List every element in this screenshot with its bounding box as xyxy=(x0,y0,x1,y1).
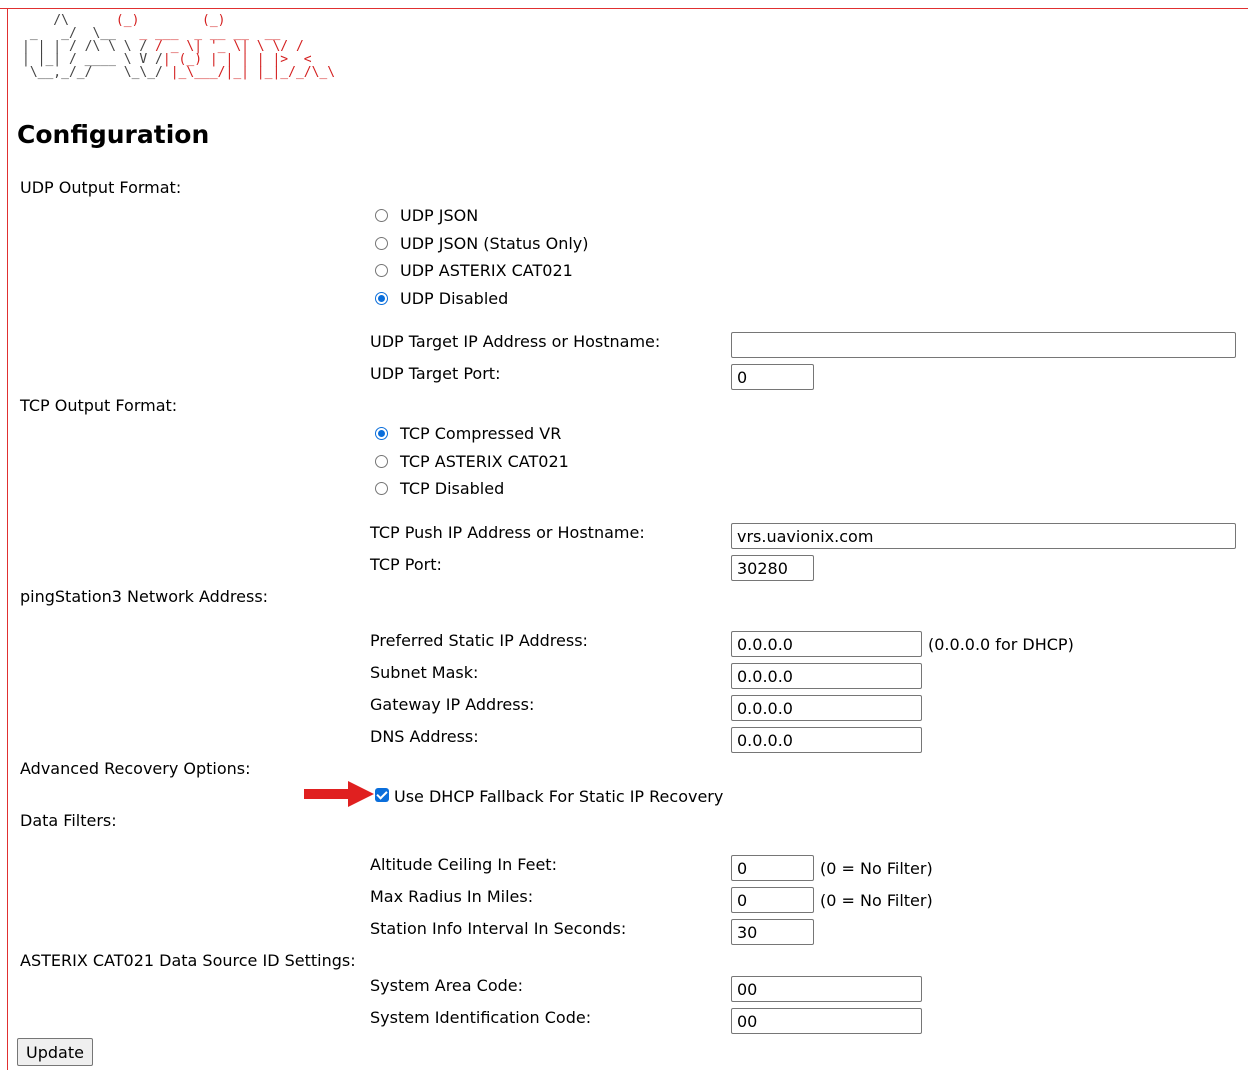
max-radius-input[interactable] xyxy=(731,887,814,913)
tcp-option-asterix[interactable]: TCP ASTERIX CAT021 xyxy=(375,450,569,472)
dhcp-fallback-checkbox[interactable] xyxy=(375,788,389,802)
dhcp-fallback-label[interactable]: Use DHCP Fallback For Static IP Recovery xyxy=(394,787,723,806)
static-ip-input[interactable] xyxy=(731,631,922,657)
udp-option-json[interactable]: UDP JSON xyxy=(375,204,478,226)
network-address-label: pingStation3 Network Address: xyxy=(20,587,269,606)
radio-icon[interactable] xyxy=(375,263,388,277)
udp-target-port-label: UDP Target Port: xyxy=(370,364,501,383)
frame-top-border xyxy=(0,8,1248,9)
red-arrow-annotation-icon xyxy=(304,781,374,807)
update-button[interactable]: Update xyxy=(17,1038,93,1066)
subnet-mask-input[interactable] xyxy=(731,663,922,689)
gateway-ip-label: Gateway IP Address: xyxy=(370,695,535,714)
tcp-option-disabled[interactable]: TCP Disabled xyxy=(375,477,504,499)
radio-selected-icon[interactable] xyxy=(375,291,388,305)
system-id-code-input[interactable] xyxy=(731,1008,922,1034)
dns-address-input[interactable] xyxy=(731,727,922,753)
radio-selected-icon[interactable] xyxy=(375,426,388,440)
advanced-recovery-label: Advanced Recovery Options: xyxy=(20,759,251,778)
altitude-ceiling-label: Altitude Ceiling In Feet: xyxy=(370,855,557,874)
gateway-ip-input[interactable] xyxy=(731,695,922,721)
udp-output-format-label: UDP Output Format: xyxy=(20,178,182,197)
udp-option-disabled[interactable]: UDP Disabled xyxy=(375,287,508,309)
data-filters-label: Data Filters: xyxy=(20,811,117,830)
max-radius-label: Max Radius In Miles: xyxy=(370,887,534,906)
udp-target-port-input[interactable] xyxy=(731,364,814,390)
page-title: Configuration xyxy=(17,120,210,149)
udp-option-json-status[interactable]: UDP JSON (Status Only) xyxy=(375,232,589,254)
tcp-push-ip-label: TCP Push IP Address or Hostname: xyxy=(370,523,645,542)
udp-target-ip-label: UDP Target IP Address or Hostname: xyxy=(370,332,661,351)
max-radius-hint: (0 = No Filter) xyxy=(820,891,933,910)
static-ip-hint: (0.0.0.0 for DHCP) xyxy=(928,635,1074,654)
tcp-port-label: TCP Port: xyxy=(370,555,442,574)
radio-icon[interactable] xyxy=(375,208,388,222)
altitude-ceiling-hint: (0 = No Filter) xyxy=(820,859,933,878)
tcp-output-format-label: TCP Output Format: xyxy=(20,396,178,415)
frame-left-border xyxy=(7,8,8,1070)
radio-icon[interactable] xyxy=(375,481,388,495)
uavionix-logo: /\ (_) (_) _ _/ \__ _ ___ _ __ __ __ | |… xyxy=(22,13,336,80)
dns-address-label: DNS Address: xyxy=(370,727,479,746)
tcp-port-input[interactable] xyxy=(731,555,814,581)
udp-target-ip-input[interactable] xyxy=(731,332,1236,358)
radio-icon[interactable] xyxy=(375,236,388,250)
altitude-ceiling-input[interactable] xyxy=(731,855,814,881)
udp-option-asterix[interactable]: UDP ASTERIX CAT021 xyxy=(375,259,573,281)
tcp-option-compressed-vr[interactable]: TCP Compressed VR xyxy=(375,422,561,444)
radio-icon[interactable] xyxy=(375,454,388,468)
static-ip-label: Preferred Static IP Address: xyxy=(370,631,588,650)
asterix-source-id-label: ASTERIX CAT021 Data Source ID Settings: xyxy=(20,951,356,970)
system-area-code-label: System Area Code: xyxy=(370,976,524,995)
station-info-interval-label: Station Info Interval In Seconds: xyxy=(370,919,627,938)
subnet-mask-label: Subnet Mask: xyxy=(370,663,479,682)
system-id-code-label: System Identification Code: xyxy=(370,1008,592,1027)
tcp-push-ip-input[interactable] xyxy=(731,523,1236,549)
system-area-code-input[interactable] xyxy=(731,976,922,1002)
station-info-interval-input[interactable] xyxy=(731,919,814,945)
